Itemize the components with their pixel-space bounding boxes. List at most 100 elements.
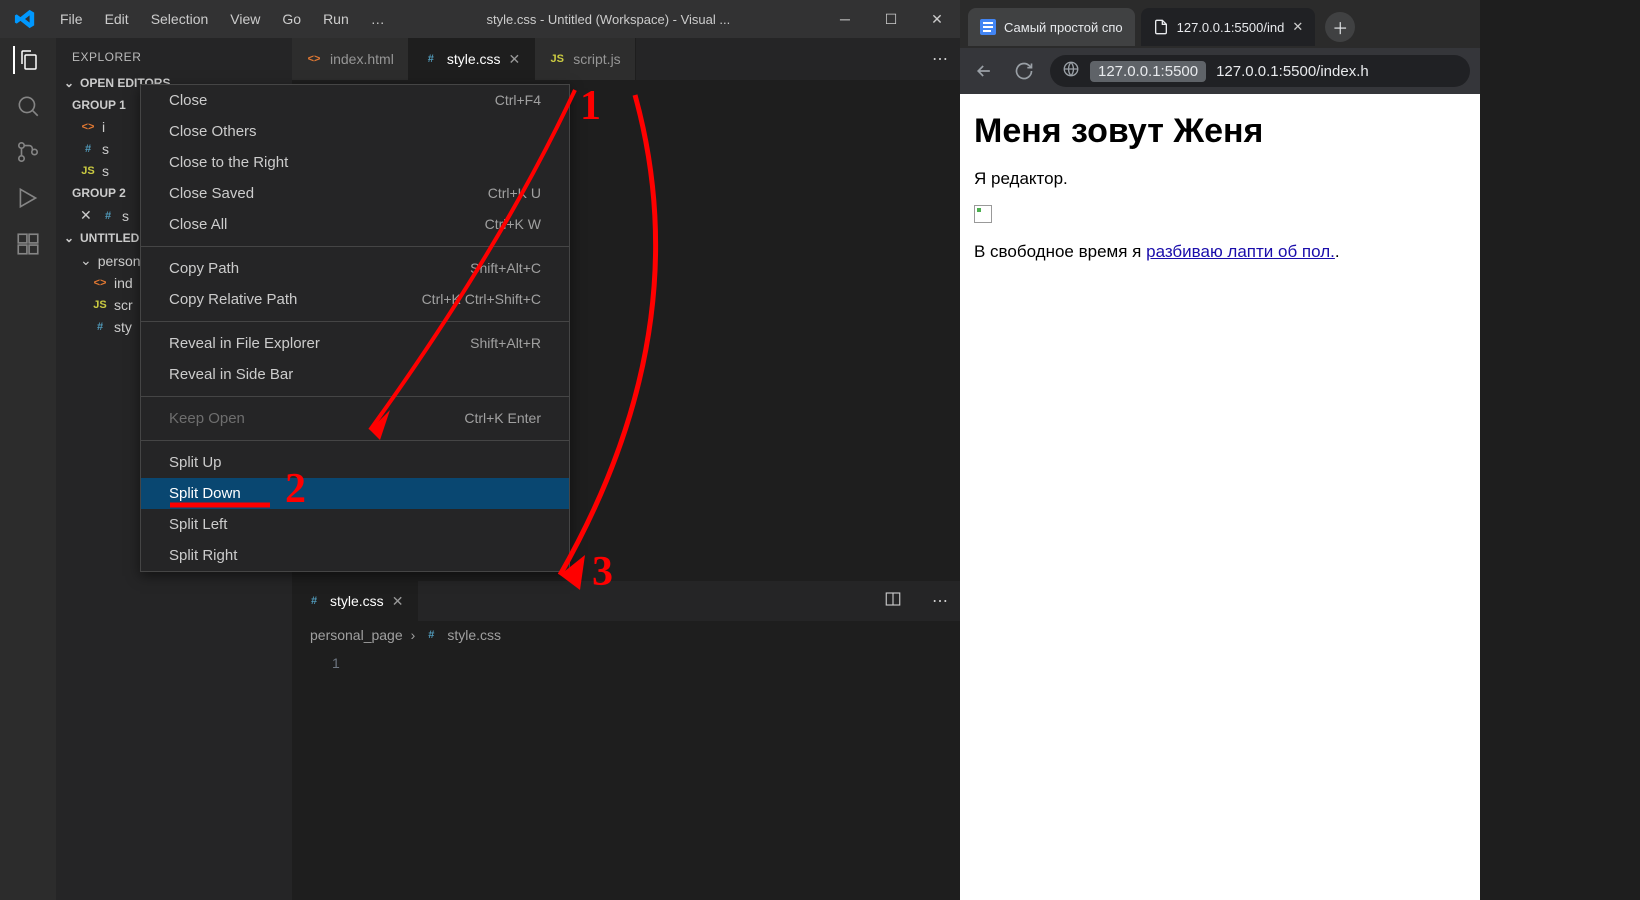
context-menu-label: Close Others bbox=[169, 123, 257, 140]
css-file-icon: # bbox=[423, 51, 439, 67]
context-menu-item[interactable]: Close Saved Ctrl+K U bbox=[141, 178, 569, 209]
context-menu-item[interactable]: Split Right bbox=[141, 540, 569, 571]
tab-script-js[interactable]: JS script.js bbox=[535, 38, 635, 80]
context-menu-label: Reveal in File Explorer bbox=[169, 335, 320, 352]
back-button[interactable] bbox=[970, 57, 998, 85]
menu-view[interactable]: View bbox=[220, 5, 270, 33]
search-icon[interactable] bbox=[14, 92, 42, 120]
file-name: i bbox=[102, 119, 105, 135]
context-menu-label: Split Left bbox=[169, 516, 227, 533]
css-file-icon: # bbox=[100, 208, 116, 224]
menu-file[interactable]: File bbox=[50, 5, 93, 33]
html-file-icon: <> bbox=[80, 119, 96, 135]
browser-tab[interactable]: Самый простой спо bbox=[968, 8, 1135, 46]
breadcrumb-folder: personal_page bbox=[310, 627, 403, 643]
context-menu-separator bbox=[141, 396, 569, 397]
menu-run[interactable]: Run bbox=[313, 5, 359, 33]
menu-selection[interactable]: Selection bbox=[141, 5, 219, 33]
file-name: scr bbox=[114, 297, 133, 313]
tab-label: script.js bbox=[573, 51, 620, 67]
context-menu-label: Keep Open bbox=[169, 410, 245, 427]
tab-style-css[interactable]: # style.css ✕ bbox=[409, 38, 535, 80]
context-menu-separator bbox=[141, 321, 569, 322]
page-paragraph-2: В свободное время я разбиваю лапти об по… bbox=[974, 242, 1466, 262]
context-menu-item[interactable]: Close Others bbox=[141, 116, 569, 147]
editor-more-actions[interactable]: ⋯ bbox=[920, 49, 960, 69]
html-file-icon: <> bbox=[92, 275, 108, 291]
sidebar-title: EXPLORER bbox=[56, 38, 292, 72]
page-link[interactable]: разбиваю лапти об пол. bbox=[1146, 242, 1335, 261]
run-debug-icon[interactable] bbox=[14, 184, 42, 212]
context-menu-item[interactable]: Copy Relative Path Ctrl+K Ctrl+Shift+C bbox=[141, 284, 569, 315]
line-number: 1 bbox=[292, 649, 960, 677]
maximize-button[interactable]: ☐ bbox=[868, 0, 914, 38]
url-path: 127.0.0.1:5500/index.h bbox=[1216, 63, 1369, 80]
vscode-logo-icon bbox=[0, 8, 50, 30]
html-file-icon: <> bbox=[306, 51, 322, 67]
context-menu-label: Split Down bbox=[169, 485, 241, 502]
menu-more[interactable]: … bbox=[361, 5, 395, 33]
context-menu-shortcut: Ctrl+F4 bbox=[495, 92, 541, 109]
reload-button[interactable] bbox=[1010, 57, 1038, 85]
css-file-icon: # bbox=[423, 627, 439, 643]
context-menu-shortcut: Ctrl+K Ctrl+Shift+C bbox=[422, 291, 541, 308]
context-menu-label: Close Saved bbox=[169, 185, 254, 202]
split-editor-more-actions[interactable]: ⋯ bbox=[920, 591, 960, 611]
window-title: style.css - Untitled (Workspace) - Visua… bbox=[395, 12, 822, 27]
close-icon[interactable]: ✕ bbox=[509, 51, 521, 68]
globe-icon bbox=[1062, 60, 1080, 82]
context-menu-shortcut: Shift+Alt+R bbox=[470, 335, 541, 352]
tab-label: index.html bbox=[330, 51, 394, 67]
new-tab-button[interactable]: ＋ bbox=[1325, 12, 1355, 42]
file-name: s bbox=[122, 208, 129, 224]
browser-tab-strip: Самый простой спо 127.0.0.1:5500/ind ✕ ＋ bbox=[960, 0, 1480, 48]
css-file-icon: # bbox=[306, 593, 322, 609]
file-favicon-icon bbox=[1153, 19, 1169, 35]
split-tab-style-css[interactable]: # style.css ✕ bbox=[292, 581, 418, 621]
context-menu-label: Copy Relative Path bbox=[169, 291, 297, 308]
context-menu-item[interactable]: Reveal in Side Bar bbox=[141, 359, 569, 390]
chevron-down-icon: ⌄ bbox=[80, 252, 92, 269]
browser-tab-active[interactable]: 127.0.0.1:5500/ind ✕ bbox=[1141, 8, 1316, 46]
main-menu: File Edit Selection View Go Run … bbox=[50, 5, 395, 33]
activity-bar bbox=[0, 38, 56, 900]
context-menu-shortcut: Ctrl+K Enter bbox=[464, 410, 541, 427]
split-editor-pane: # style.css ✕ ⋯ personal_page › # style.… bbox=[292, 580, 960, 900]
context-menu-shortcut: Ctrl+K U bbox=[488, 185, 541, 202]
css-file-icon: # bbox=[80, 141, 96, 157]
context-menu-label: Split Right bbox=[169, 547, 237, 564]
tab-index-html[interactable]: <> index.html bbox=[292, 38, 409, 80]
close-icon[interactable]: ✕ bbox=[392, 593, 404, 610]
file-name: ind bbox=[114, 275, 133, 291]
context-menu-item[interactable]: Copy PathShift+Alt+C bbox=[141, 253, 569, 284]
context-menu-label: Close to the Right bbox=[169, 154, 288, 171]
context-menu-item[interactable]: Split Down bbox=[141, 478, 569, 509]
js-file-icon: JS bbox=[549, 51, 565, 67]
tab-context-menu: CloseCtrl+F4 Close Others Close to the Rig… bbox=[140, 84, 570, 572]
source-control-icon[interactable] bbox=[14, 138, 42, 166]
breadcrumb[interactable]: personal_page › # style.css bbox=[292, 621, 960, 649]
extensions-icon[interactable] bbox=[14, 230, 42, 258]
para2-suffix: . bbox=[1335, 242, 1340, 261]
context-menu-item[interactable]: Close AllCtrl+K W bbox=[141, 209, 569, 240]
js-file-icon: JS bbox=[80, 163, 96, 179]
close-icon[interactable]: ✕ bbox=[1292, 19, 1303, 35]
broken-image-icon bbox=[974, 205, 992, 223]
menu-edit[interactable]: Edit bbox=[95, 5, 139, 33]
context-menu-separator bbox=[141, 246, 569, 247]
split-editor-layout-icon[interactable] bbox=[872, 590, 914, 613]
file-name: s bbox=[102, 141, 109, 157]
para2-text: В свободное время я bbox=[974, 242, 1146, 261]
context-menu-item[interactable]: CloseCtrl+F4 bbox=[141, 85, 569, 116]
explorer-icon[interactable] bbox=[13, 46, 41, 74]
context-menu-item[interactable]: Split Up bbox=[141, 447, 569, 478]
context-menu-item[interactable]: Reveal in File Explorer Shift+Alt+R bbox=[141, 328, 569, 359]
address-bar[interactable]: 127.0.0.1:5500 127.0.0.1:5500/index.h bbox=[1050, 55, 1470, 87]
minimize-button[interactable]: ─ bbox=[822, 0, 868, 38]
context-menu-item[interactable]: Split Left bbox=[141, 509, 569, 540]
close-button[interactable]: ✕ bbox=[914, 0, 960, 38]
context-menu-item[interactable]: Close to the Right bbox=[141, 147, 569, 178]
menu-go[interactable]: Go bbox=[272, 5, 311, 33]
close-icon[interactable]: ✕ bbox=[80, 207, 94, 224]
chevron-down-icon: ⌄ bbox=[64, 231, 76, 245]
